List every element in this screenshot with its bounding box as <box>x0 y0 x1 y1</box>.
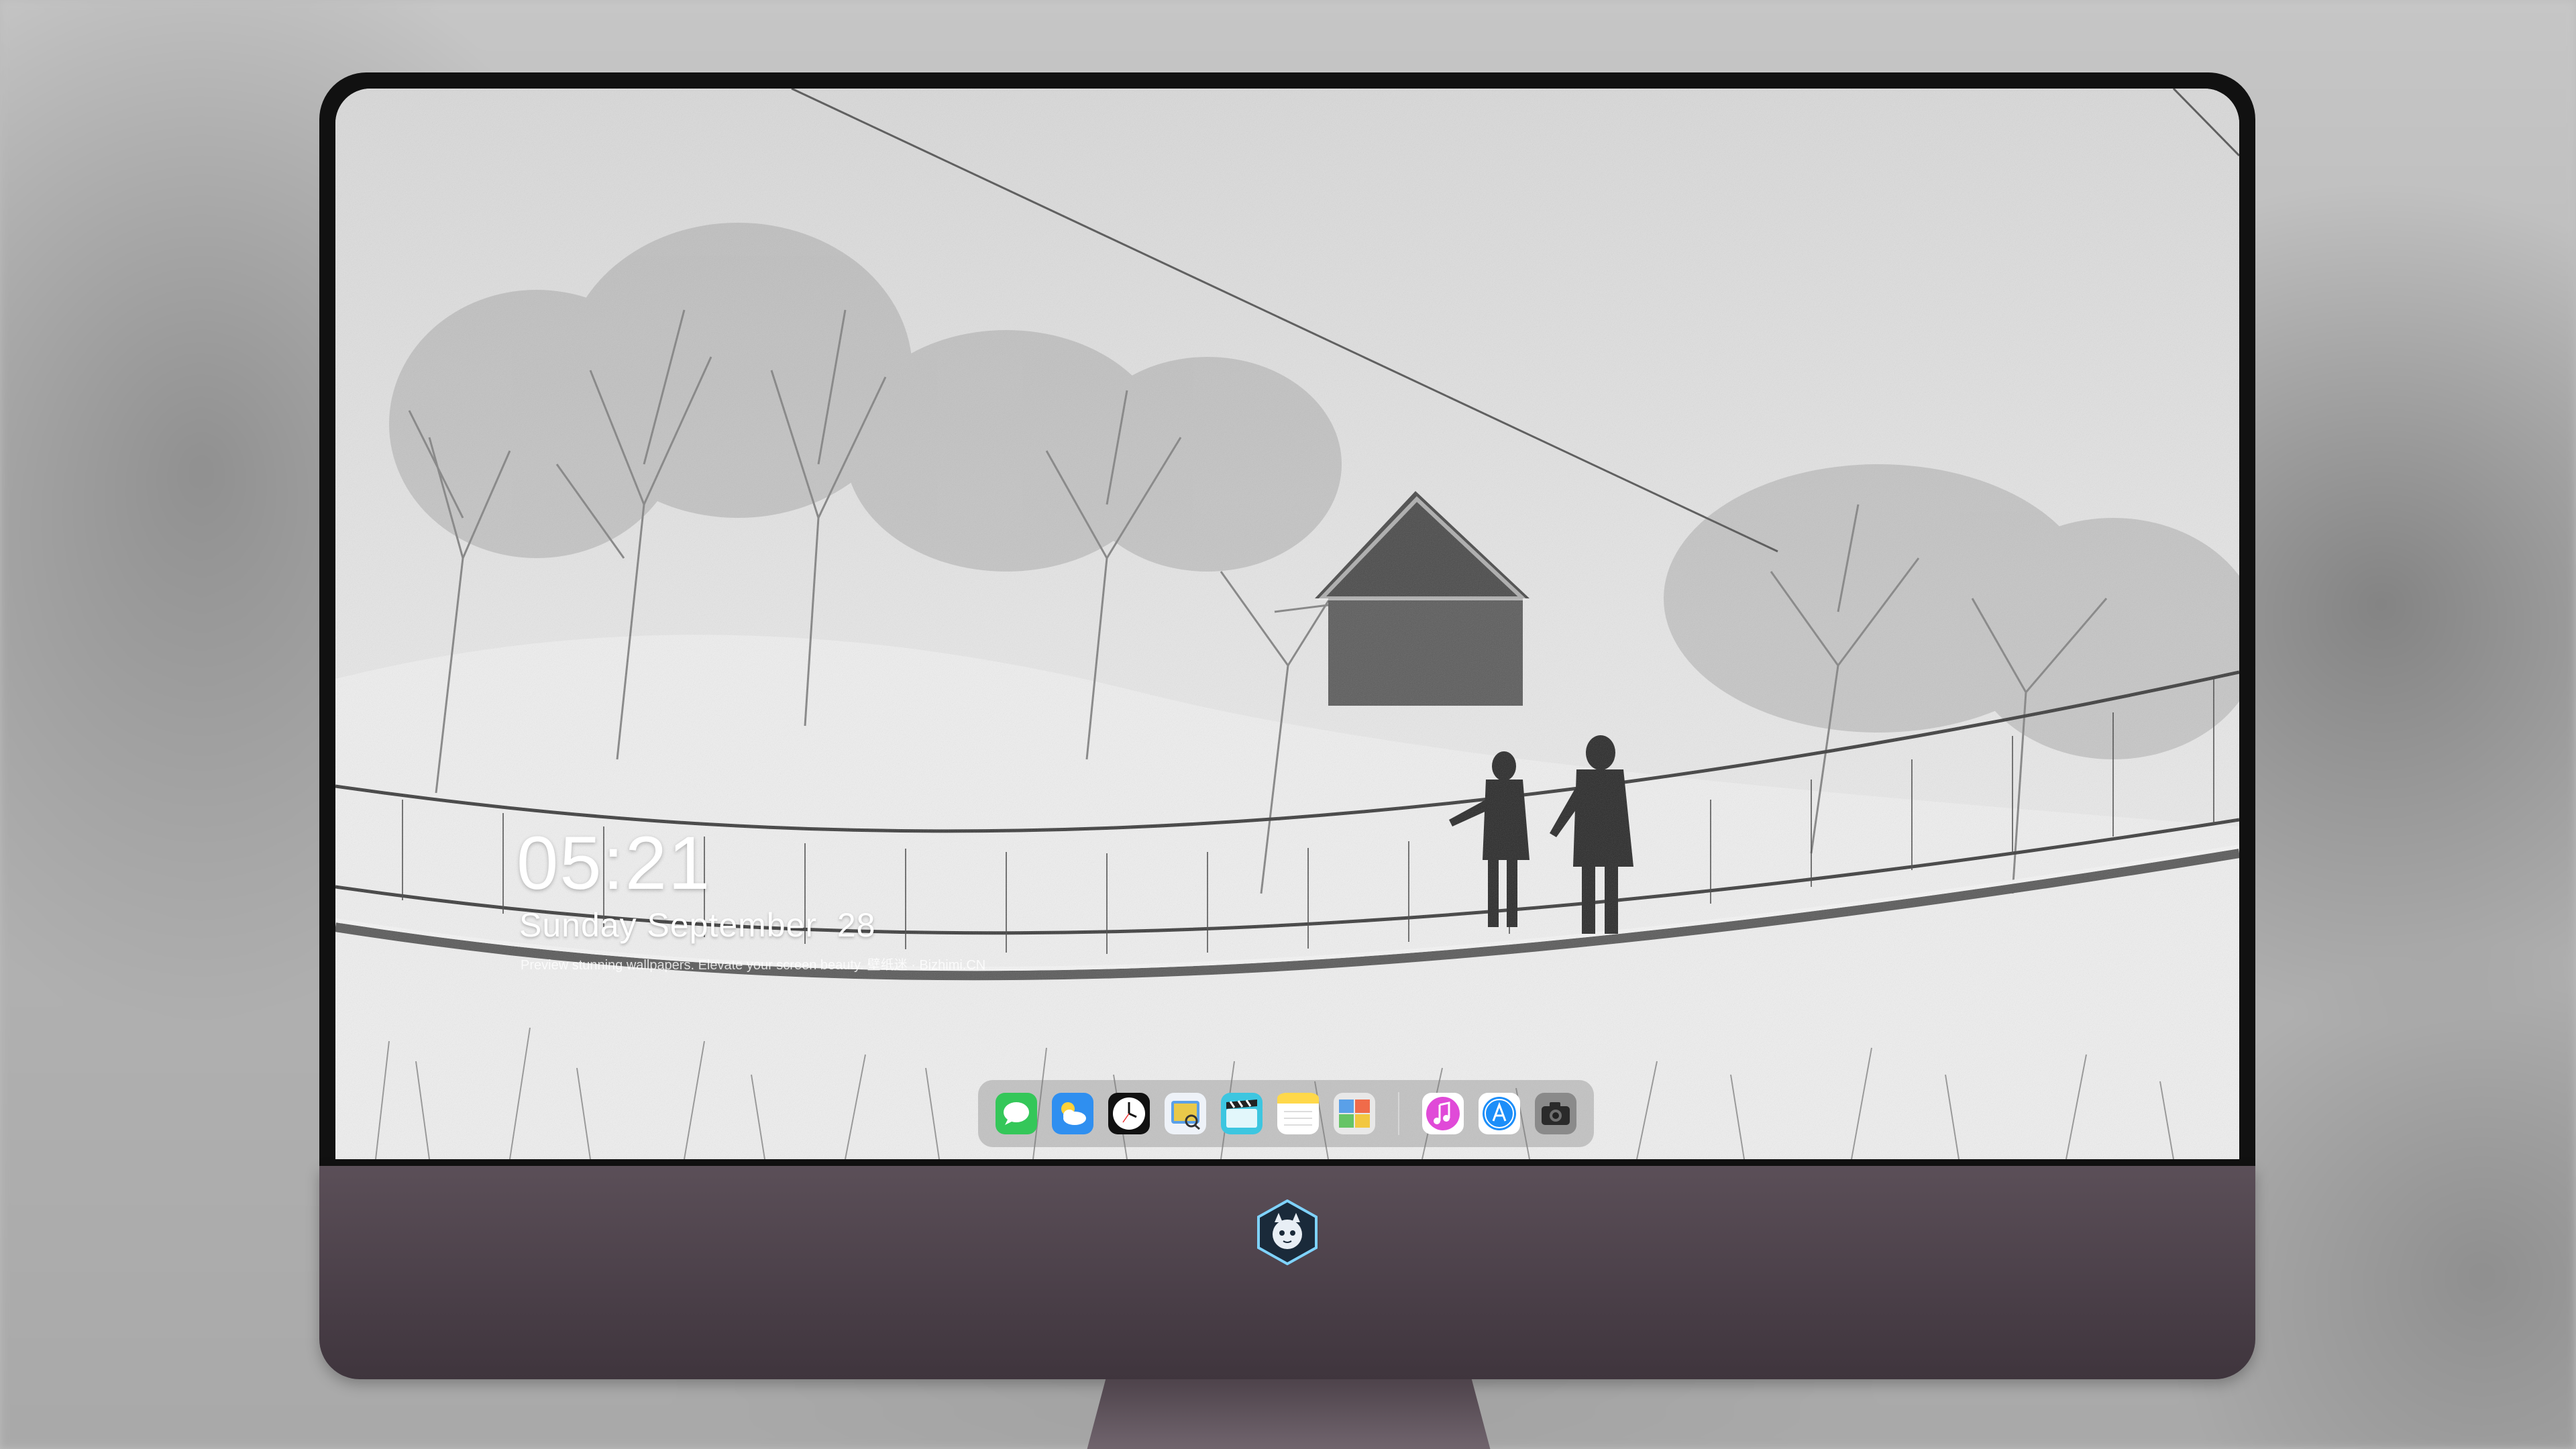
messages-icon[interactable] <box>996 1093 1037 1134</box>
lockscreen-date: Sunday September 28 <box>519 906 876 944</box>
photo-booth-icon[interactable] <box>1334 1093 1375 1134</box>
weather-icon[interactable] <box>1052 1093 1093 1134</box>
dock-separator <box>1398 1092 1399 1135</box>
mascot-logo-icon <box>1254 1199 1320 1266</box>
lockscreen-time: 05:21 <box>517 821 712 905</box>
preview-icon[interactable] <box>1165 1093 1206 1134</box>
monitor-chin <box>319 1166 2255 1379</box>
lockscreen-tagline: Preview stunning wallpapers. Elevate you… <box>521 958 986 973</box>
monitor-stand-neck <box>1081 1379 1497 1449</box>
music-icon[interactable] <box>1422 1093 1464 1134</box>
monitor: 05:21 Sunday September 28 Preview stunni… <box>319 72 2255 1449</box>
clock-icon[interactable] <box>1108 1093 1150 1134</box>
dock <box>978 1080 1594 1147</box>
clips-icon[interactable] <box>1221 1093 1263 1134</box>
wallpaper-image <box>335 89 2239 1159</box>
screen[interactable]: 05:21 Sunday September 28 Preview stunni… <box>335 89 2239 1159</box>
camera-icon[interactable] <box>1535 1093 1576 1134</box>
app-store-icon[interactable] <box>1479 1093 1520 1134</box>
notes-icon[interactable] <box>1277 1093 1319 1134</box>
